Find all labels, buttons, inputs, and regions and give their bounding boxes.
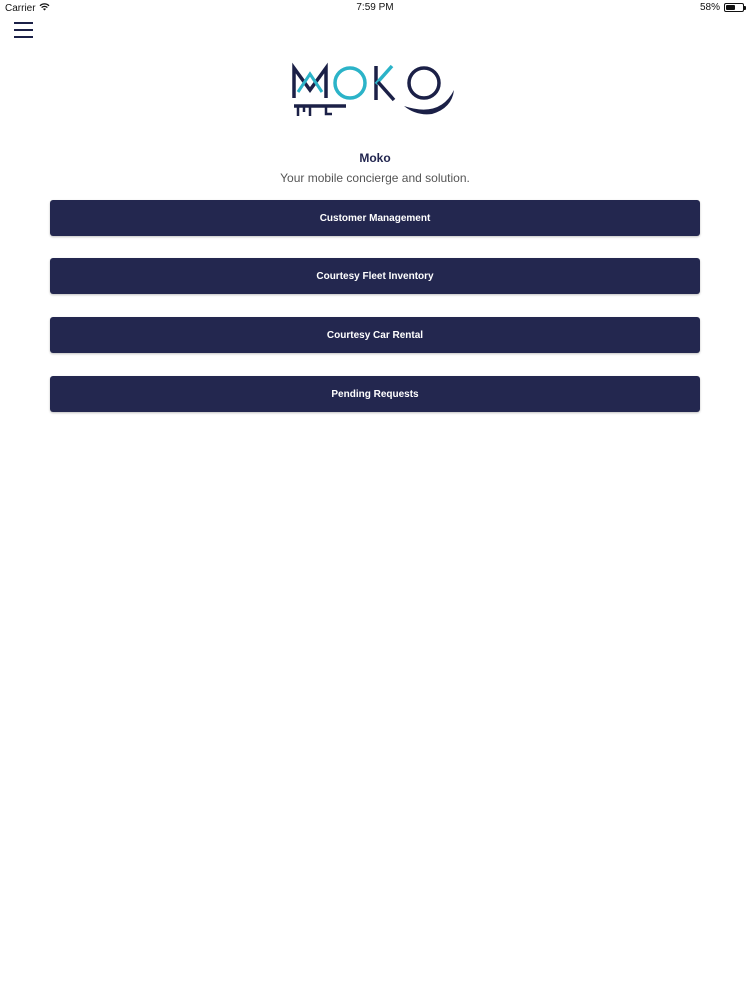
menu-line bbox=[14, 29, 33, 31]
menu-item-label: Courtesy Fleet Inventory bbox=[316, 270, 434, 282]
moko-logo bbox=[290, 60, 460, 120]
status-right: 58% bbox=[699, 2, 746, 13]
app-title: Moko bbox=[359, 151, 391, 165]
menu-line bbox=[14, 36, 33, 38]
app-subtitle: Your mobile concierge and solution. bbox=[280, 171, 470, 185]
menu-item-label: Courtesy Car Rental bbox=[326, 329, 424, 341]
battery-icon bbox=[724, 3, 746, 12]
status-time: 7:59 PM bbox=[356, 2, 394, 13]
status-bar: Carrier 7:59 PM 58% bbox=[0, 0, 750, 16]
courtesy-car-rental-button[interactable]: Courtesy Car Rental bbox=[50, 317, 700, 353]
main-menu: Customer Management Courtesy Fleet Inven… bbox=[50, 200, 700, 434]
pending-requests-button[interactable]: Pending Requests bbox=[50, 376, 700, 412]
battery-percent: 58% bbox=[699, 2, 720, 13]
hamburger-menu-icon[interactable] bbox=[14, 22, 34, 40]
battery-level bbox=[726, 5, 735, 10]
customer-management-button[interactable]: Customer Management bbox=[50, 200, 700, 236]
menu-line bbox=[14, 22, 33, 24]
menu-item-label: Customer Management bbox=[319, 212, 431, 224]
menu-item-label: Pending Requests bbox=[331, 388, 419, 400]
courtesy-fleet-inventory-button[interactable]: Courtesy Fleet Inventory bbox=[50, 258, 700, 294]
